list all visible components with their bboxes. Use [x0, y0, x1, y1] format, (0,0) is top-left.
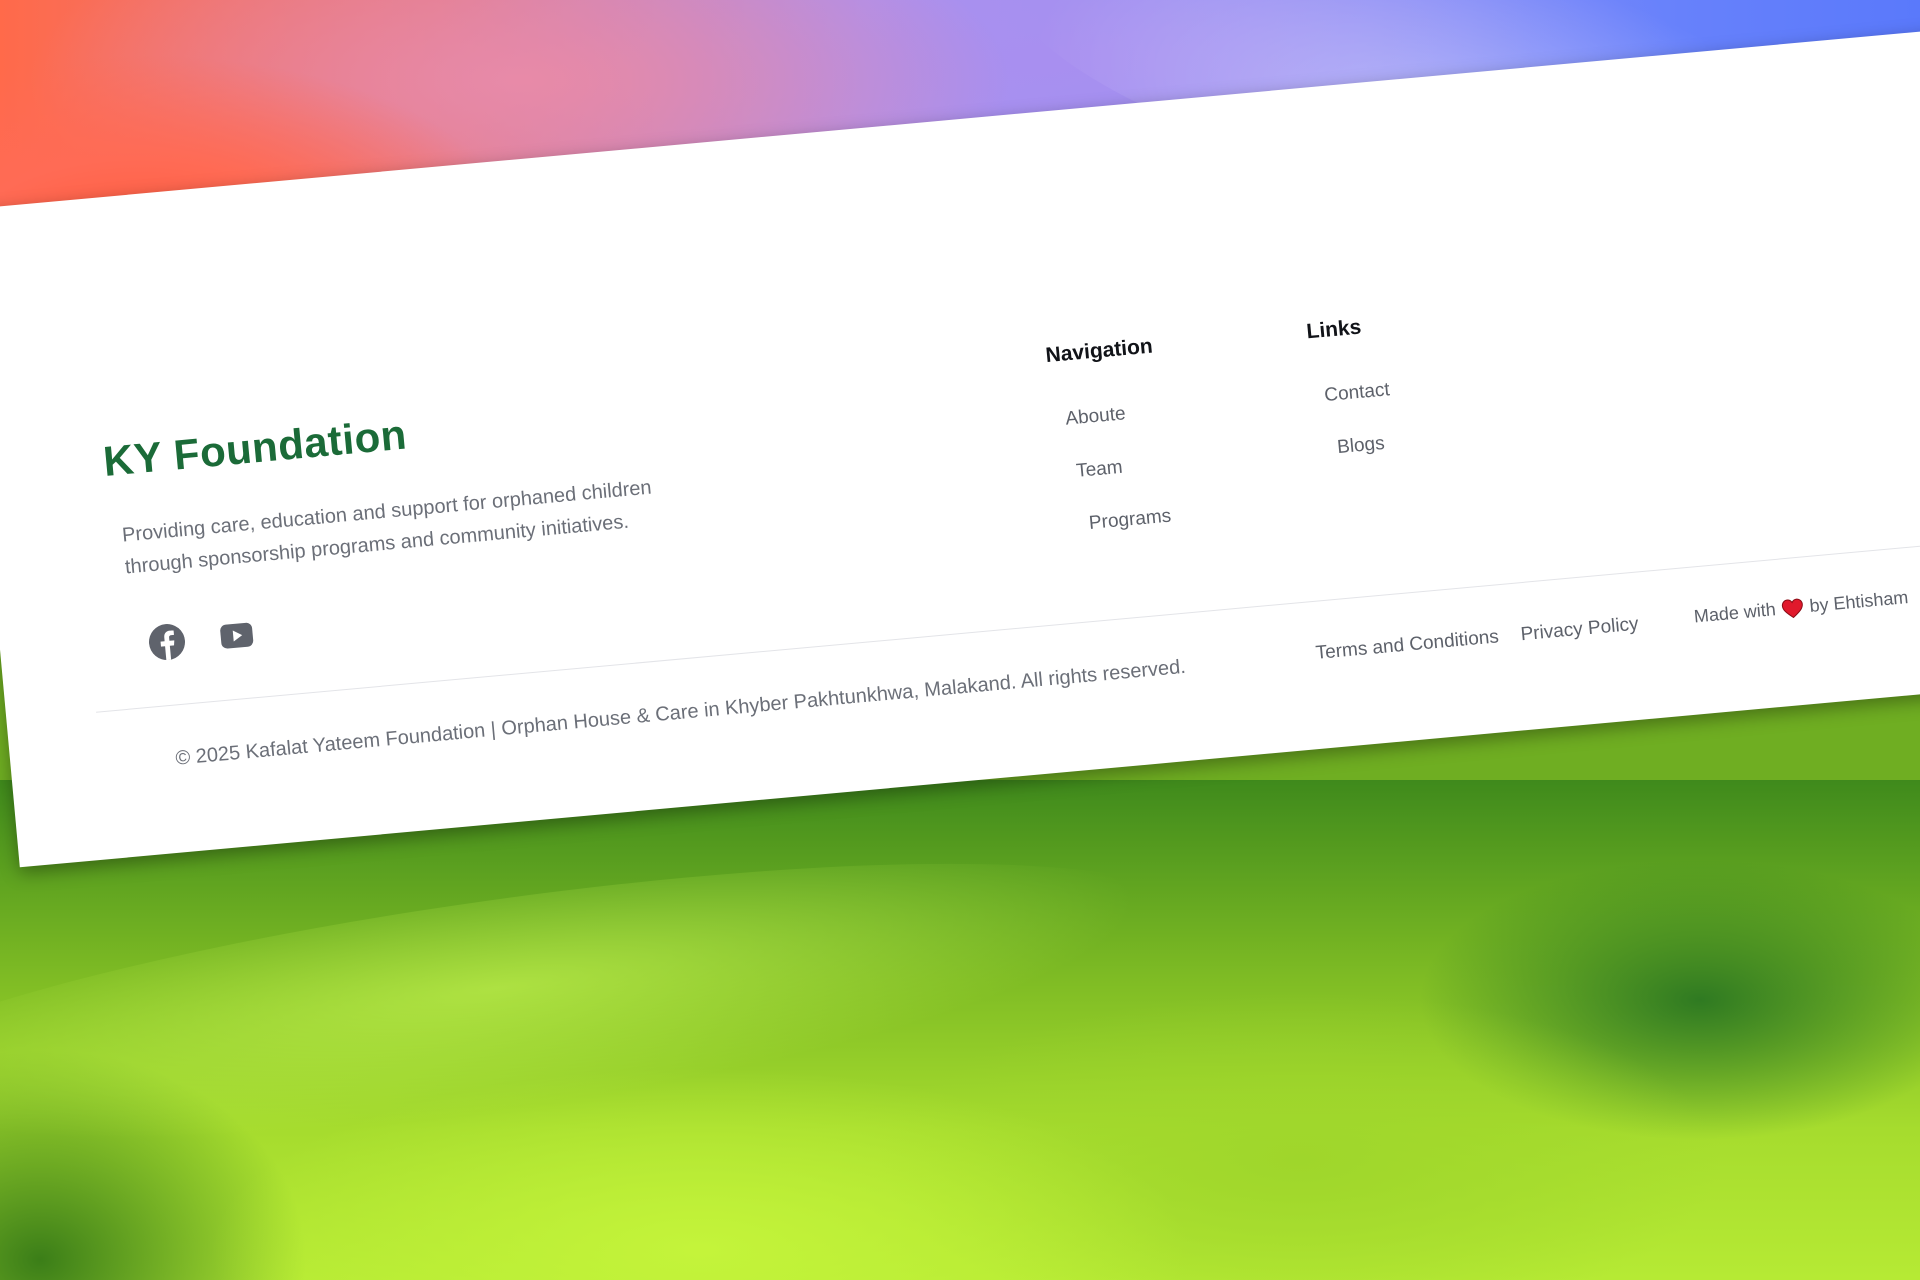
copyright-text: © 2025 Kafalat Yateem Foundation | Orpha…	[174, 655, 1187, 770]
link-item-contact[interactable]: Contact	[1323, 379, 1390, 407]
made-with-label: Made with	[1693, 599, 1777, 627]
links-list: Contact Blogs	[1312, 379, 1396, 461]
links-heading: Links	[1305, 315, 1363, 344]
made-with-credit: Made with by Ehtisham	[1693, 587, 1909, 627]
brand-tagline: Providing care, education and support fo…	[121, 464, 744, 584]
wallpaper-wave	[0, 803, 1209, 1217]
legal-links: Terms and Conditions Privacy Policy	[1315, 614, 1640, 665]
terms-link[interactable]: Terms and Conditions	[1315, 626, 1500, 665]
facebook-icon[interactable]	[146, 621, 187, 662]
wallpaper-bottom	[0, 780, 1920, 1280]
navigation-heading: Navigation	[1044, 334, 1154, 368]
links-column: Links Contact Blogs	[1306, 313, 1399, 491]
privacy-link[interactable]: Privacy Policy	[1520, 614, 1640, 647]
nav-item-team[interactable]: Team	[1075, 453, 1167, 483]
link-item-blogs[interactable]: Blogs	[1336, 432, 1395, 459]
made-by-label[interactable]: by Ehtisham	[1809, 587, 1910, 617]
youtube-icon[interactable]	[219, 621, 255, 650]
navigation-column: Navigation Aboute Team Programs	[1045, 334, 1175, 568]
brand-title[interactable]: KY Foundation	[101, 411, 408, 486]
heart-icon	[1781, 597, 1805, 619]
navigation-list: Aboute Team Programs	[1051, 400, 1173, 537]
nav-item-programs[interactable]: Programs	[1088, 506, 1172, 535]
desktop-scene: KY Foundation Providing care, education …	[0, 0, 1920, 1280]
nav-item-aboute[interactable]: Aboute	[1065, 400, 1163, 431]
social-links	[146, 615, 255, 662]
